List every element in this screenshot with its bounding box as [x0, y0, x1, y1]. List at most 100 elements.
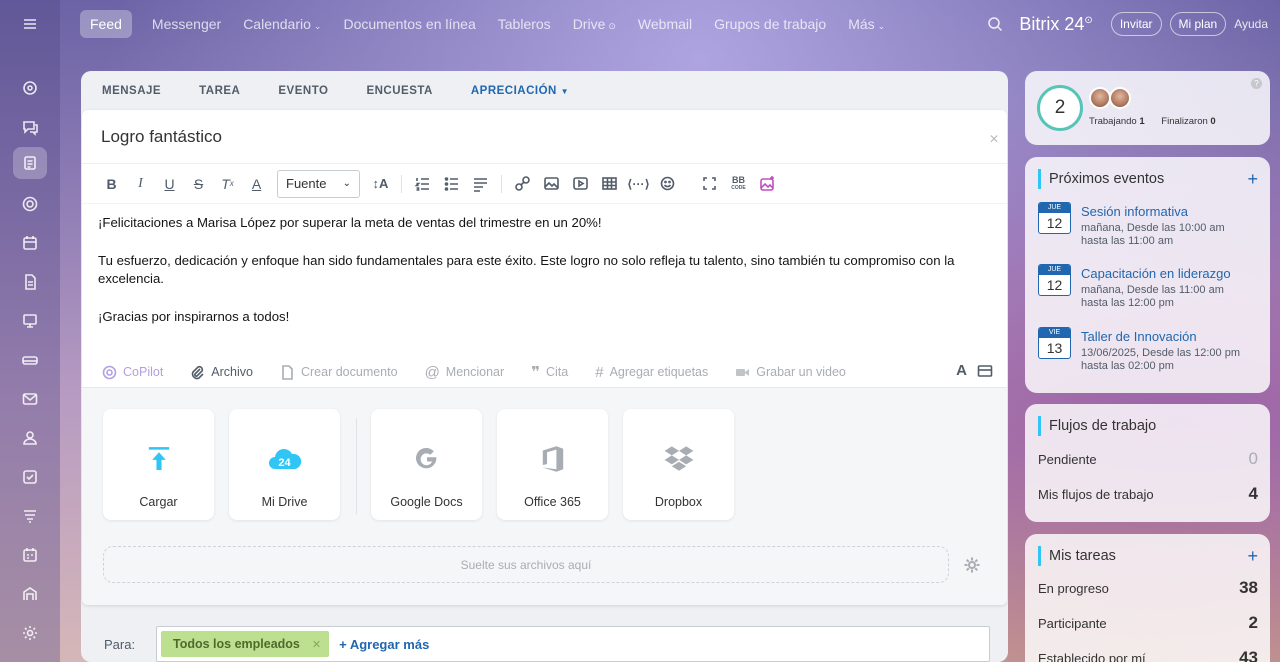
top-navigation: Feed Messenger Calendario ⌄ Documentos en… [80, 8, 907, 40]
tab-mensaje[interactable]: MENSAJE [102, 71, 161, 111]
invite-button[interactable]: Invitar [1110, 12, 1162, 36]
message-body[interactable]: ¡Felicitaciones a Marisa López por super… [82, 204, 1007, 350]
tab-evento[interactable]: EVENTO [278, 71, 328, 111]
align-icon[interactable] [466, 171, 495, 197]
link-icon[interactable] [508, 171, 537, 197]
drive-icon[interactable] [18, 348, 42, 372]
dropbox-tile[interactable]: Dropbox [623, 409, 734, 520]
crear-documento-button[interactable]: Crear documento [280, 364, 398, 380]
clear-format-icon[interactable]: Tx [213, 171, 242, 197]
online-counter[interactable]: 2 [1037, 85, 1083, 131]
toolbar-spacer [688, 175, 689, 193]
font-size-icon[interactable]: ↕A [366, 171, 395, 197]
feed-icon[interactable] [13, 147, 47, 179]
cargar-tile[interactable]: Cargar [103, 409, 214, 520]
copilot-rail-icon[interactable] [18, 76, 42, 100]
text-format-toggle-icon[interactable]: A [956, 362, 967, 379]
editor-card: Logro fantástico ✕ B I U S Tx A Fuente ⌄ … [82, 110, 1007, 605]
task-row[interactable]: Establecido por mí 43 [1038, 648, 1258, 662]
tab-tarea[interactable]: TAREA [199, 71, 240, 111]
help-icon[interactable]: ? [1251, 78, 1262, 89]
search-icon[interactable] [987, 16, 1003, 32]
my-plan-button[interactable]: Mi plan [1169, 12, 1227, 36]
text-color-icon[interactable]: A [242, 171, 271, 197]
boards-icon[interactable] [18, 309, 42, 333]
etiquetas-button[interactable]: # Agregar etiquetas [595, 364, 708, 381]
message-paragraph: Tu esfuerzo, dedicación y enfoque han si… [98, 252, 955, 287]
groups-icon[interactable] [18, 426, 42, 450]
numbered-list-icon[interactable] [408, 171, 437, 197]
italic-icon[interactable]: I [126, 171, 155, 197]
actions-right: A [956, 362, 993, 379]
planner-icon[interactable] [18, 543, 42, 567]
strikethrough-icon[interactable]: S [184, 171, 213, 197]
calendar-icon[interactable] [18, 231, 42, 255]
dropzone[interactable]: Suelte sus archivos aquí [103, 546, 949, 583]
workflow-row[interactable]: Pendiente 0 [1038, 449, 1258, 469]
emoji-icon[interactable] [653, 171, 682, 197]
underline-icon[interactable]: U [155, 171, 184, 197]
nav-documentos[interactable]: Documentos en línea [343, 16, 475, 32]
video-icon[interactable] [566, 171, 595, 197]
finished-label: Finalizaron [1161, 116, 1208, 127]
gear-icon[interactable] [963, 556, 981, 574]
archivo-button[interactable]: Archivo [190, 365, 253, 380]
nav-mas[interactable]: Más ⌄ [848, 16, 885, 32]
menu-icon[interactable] [18, 12, 42, 36]
add-task-icon[interactable]: + [1247, 546, 1258, 567]
nav-messenger[interactable]: Messenger [152, 16, 221, 32]
nav-tableros[interactable]: Tableros [498, 16, 551, 32]
nav-drive[interactable]: Drive ⊙ [573, 16, 616, 32]
brand-logo[interactable]: Bitrix 24⊙ [1019, 14, 1092, 35]
cita-button[interactable]: ❞ Cita [531, 363, 568, 381]
recipient-chip[interactable]: Todos los empleados ✕ [161, 631, 330, 657]
task-row[interactable]: Participante 2 [1038, 613, 1258, 633]
grabar-video-button[interactable]: Grabar un video [735, 365, 846, 380]
nav-grupos[interactable]: Grupos de trabajo [714, 16, 826, 32]
task-row[interactable]: En progreso 38 [1038, 578, 1258, 598]
bullet-list-icon[interactable] [437, 171, 466, 197]
bold-icon[interactable]: B [97, 171, 126, 197]
drive-badge: 24 [278, 457, 291, 469]
google-docs-tile[interactable]: Google Docs [371, 409, 482, 520]
event-name: Capacitación en liderazgo [1081, 266, 1231, 281]
events-header: Próximos eventos + [1038, 169, 1258, 189]
ai-image-icon[interactable] [753, 171, 782, 197]
nav-webmail[interactable]: Webmail [638, 16, 692, 32]
nav-feed[interactable]: Feed [80, 10, 132, 38]
workflow-row[interactable]: Mis flujos de trabajo 4 [1038, 484, 1258, 504]
nav-calendario[interactable]: Calendario ⌄ [243, 16, 321, 32]
mail-icon[interactable] [18, 387, 42, 411]
crm-icon[interactable] [18, 504, 42, 528]
sites-icon[interactable] [18, 192, 42, 216]
font-select[interactable]: Fuente ⌄ [277, 169, 360, 198]
office-365-tile[interactable]: Office 365 [497, 409, 608, 520]
help-link[interactable]: Ayuda [1234, 17, 1268, 31]
recipients-field[interactable]: Todos los empleados ✕ + Agregar más [156, 626, 990, 662]
mencionar-label: Mencionar [445, 365, 505, 379]
company-icon[interactable] [18, 582, 42, 606]
close-icon[interactable]: ✕ [989, 132, 999, 146]
event-month: VIE [1039, 328, 1070, 338]
table-icon[interactable] [595, 171, 624, 197]
documents-icon[interactable] [18, 270, 42, 294]
mi-drive-tile[interactable]: 24 Mi Drive [229, 409, 340, 520]
settings-icon[interactable] [18, 621, 42, 645]
tab-apreciacion[interactable]: APRECIACIÓN ▼ [470, 71, 570, 113]
fullscreen-icon[interactable] [695, 171, 724, 197]
add-event-icon[interactable]: + [1247, 169, 1258, 190]
copilot-button[interactable]: CoPilot [102, 365, 163, 380]
remove-icon[interactable]: ✕ [312, 638, 321, 651]
add-more-link[interactable]: + Agregar más [339, 637, 429, 652]
title-input[interactable]: Logro fantástico ✕ [82, 110, 1007, 164]
panel-toggle-icon[interactable] [977, 363, 993, 379]
code-icon[interactable]: ⟨···⟩ [624, 171, 653, 197]
tasks-icon[interactable] [18, 465, 42, 489]
avatar-group[interactable] [1089, 87, 1131, 109]
tab-encuesta[interactable]: ENCUESTA [366, 71, 432, 111]
finished-count: 0 [1210, 116, 1216, 127]
mencionar-button[interactable]: @ Mencionar [425, 364, 505, 381]
bbcode-icon[interactable]: BB CODE [724, 171, 753, 197]
chat-icon[interactable] [18, 115, 42, 139]
image-icon[interactable] [537, 171, 566, 197]
